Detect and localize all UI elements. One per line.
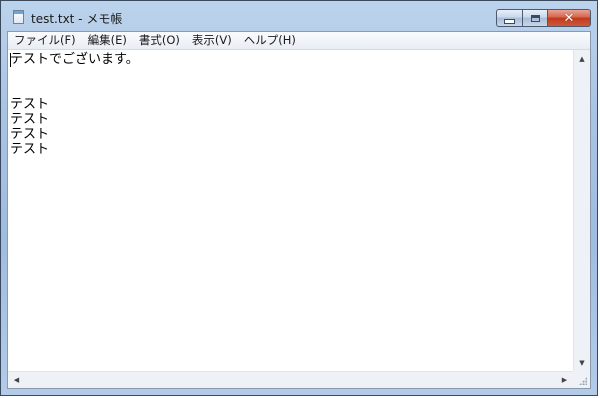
- resize-grip[interactable]: [573, 371, 590, 388]
- close-icon: ✕: [563, 10, 575, 26]
- text-caret: [10, 53, 11, 67]
- editor-line: テストでございます。: [10, 52, 139, 67]
- editor-line: テスト: [10, 142, 50, 157]
- menu-item-format[interactable]: 書式(O): [133, 32, 186, 49]
- menu-item-file[interactable]: ファイル(F): [8, 32, 82, 49]
- editor-line: テスト: [10, 112, 50, 127]
- scroll-up-arrow-icon[interactable]: ▲: [574, 50, 590, 67]
- menu-bar: ファイル(F) 編集(E) 書式(O) 表示(V) ヘルプ(H): [8, 32, 590, 50]
- caption-buttons: ✕: [496, 9, 591, 27]
- window-title: test.txt - メモ帳: [31, 12, 123, 26]
- minimize-button[interactable]: [496, 9, 522, 27]
- vertical-scrollbar[interactable]: ▲ ▼: [573, 50, 590, 371]
- editor-line: テスト: [10, 127, 50, 142]
- client-area: ファイル(F) 編集(E) 書式(O) 表示(V) ヘルプ(H) テストでござい…: [7, 31, 591, 389]
- scroll-right-arrow-icon[interactable]: ▶: [556, 372, 573, 388]
- title-bar[interactable]: test.txt - メモ帳 ✕: [1, 1, 597, 31]
- close-button[interactable]: ✕: [548, 9, 591, 27]
- maximize-button[interactable]: [522, 9, 548, 27]
- maximize-icon: [530, 14, 540, 22]
- editor-line: テスト: [10, 97, 50, 112]
- minimize-icon: [504, 18, 515, 24]
- horizontal-scrollbar[interactable]: ◀ ▶: [8, 371, 573, 388]
- menu-item-edit[interactable]: 編集(E): [82, 32, 133, 49]
- text-editor[interactable]: テストでございます。 テスト テスト テスト テスト: [8, 50, 573, 371]
- scroll-left-arrow-icon[interactable]: ◀: [8, 372, 25, 388]
- menu-item-help[interactable]: ヘルプ(H): [238, 32, 302, 49]
- notepad-icon[interactable]: [13, 10, 24, 24]
- notepad-window: test.txt - メモ帳 ✕ ファイル(F) 編集(E) 書式(O) 表示(…: [0, 0, 598, 396]
- menu-item-view[interactable]: 表示(V): [186, 32, 238, 49]
- scroll-down-arrow-icon[interactable]: ▼: [574, 354, 590, 371]
